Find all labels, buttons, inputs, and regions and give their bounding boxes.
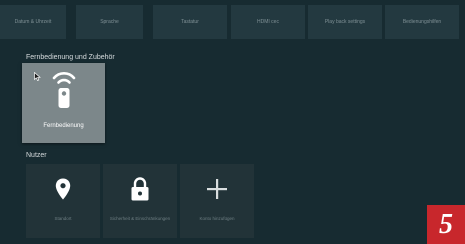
top-tile-label: Datum & Uhrzeit [14,19,52,25]
top-settings-row: Datum & Uhrzeit Sprache Tastatur HDMI ce… [0,5,465,39]
top-tile-label: Tastatur [181,19,199,25]
top-tile-label: Sprache [100,19,119,25]
step-number-badge: 5 [427,205,465,244]
top-tile-label: Play back settings [324,19,366,25]
top-tile-hdmi-cec[interactable]: HDMI cec [231,5,305,39]
location-pin-icon [26,176,100,202]
add-account-tile[interactable]: Konto hinzufügen [180,164,254,238]
security-restrictions-tile[interactable]: Sicherheit & Einschränkungen [103,164,177,238]
remote-control-label: Fernbedienung [43,123,84,129]
top-tile-label: Bedienungshilfen [402,19,442,25]
users-section-title: Nutzer [26,152,47,159]
top-tile-playback-settings[interactable]: Play back settings [308,5,382,39]
security-restrictions-label: Sicherheit & Einschränkungen [109,216,171,221]
top-tile-date-time[interactable]: Datum & Uhrzeit [0,5,66,39]
plus-icon [180,176,254,202]
remote-section-title: Fernbedienung und Zubehör [26,54,115,61]
top-tile-keyboard[interactable]: Tastatur [153,5,227,39]
location-label: Standort [54,216,72,221]
lock-icon [103,176,177,202]
location-tile[interactable]: Standort [26,164,100,238]
top-tile-label: HDMI cec [257,19,279,25]
mouse-cursor-icon [34,68,41,86]
add-account-label: Konto hinzufügen [199,216,235,221]
top-tile-language[interactable]: Sprache [76,5,143,39]
top-tile-accessibility[interactable]: Bedienungshilfen [385,5,459,39]
